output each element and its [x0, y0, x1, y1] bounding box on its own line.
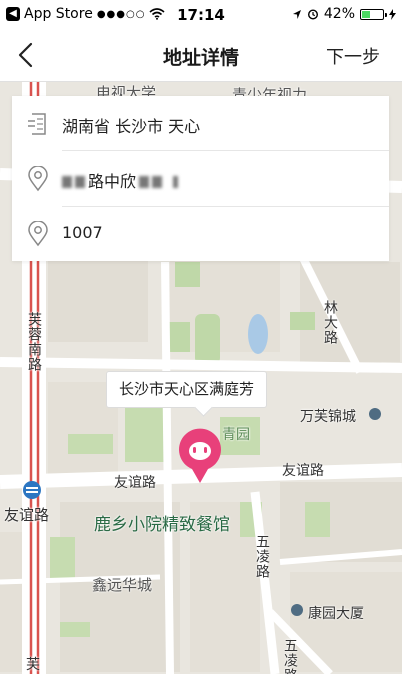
map-label-lin-da-road: 林大路 [322, 300, 338, 345]
battery-fill [362, 10, 370, 18]
map-label-youyi-station: 友谊路 [4, 506, 50, 524]
map-label-wuling-road-bottom: 五凌路 [282, 638, 298, 674]
map-label-youyi-road-right: 友谊路 [282, 463, 324, 479]
location-pin-icon [28, 221, 48, 247]
street-text: 路中欣 [62, 168, 181, 192]
street-visible-text: 路中欣 [88, 172, 137, 191]
list-document-icon [28, 113, 46, 135]
map-label-youyi-road-left: 友谊路 [114, 475, 156, 491]
battery-icon [360, 8, 387, 20]
location-arrow-icon [292, 9, 301, 19]
battery-percent: 42% [323, 6, 355, 22]
map-label-xinyuan-huacheng: 鑫远华城 [92, 576, 153, 594]
location-pin-icon [28, 166, 48, 192]
charging-bolt-icon [389, 8, 396, 20]
map-label-furong-bottom: 芙 [26, 657, 40, 673]
region-text: 湖南省 长沙市 天心 [62, 117, 201, 136]
map-label-restaurant: 鹿乡小院精致餐馆 [94, 515, 230, 535]
redacted-block [75, 176, 85, 188]
location-callout[interactable]: 长沙市天心区满庭芳 [106, 371, 268, 408]
nav-bar: 地址详情 下一步 [0, 30, 402, 82]
map-label-qingyuan: 青园 [222, 427, 250, 443]
address-info-card: 湖南省 长沙市 天心 路中欣 1007 [12, 96, 389, 261]
street-row[interactable]: 路中欣 [12, 151, 389, 206]
alarm-icon [307, 9, 318, 20]
region-row[interactable]: 湖南省 长沙市 天心 [12, 96, 389, 151]
house-number-text: 1007 [62, 223, 103, 242]
map-label-kangyuan-building: 康园大厦 [308, 606, 364, 622]
redacted-block [139, 176, 150, 188]
map-pin-icon[interactable] [176, 428, 224, 484]
map-label-wanfu-jincheng: 万芙锦城 [300, 409, 356, 425]
redacted-block [173, 176, 179, 188]
map-label-furong-south-road: 芙蓉南路 [26, 312, 42, 372]
redacted-block [152, 176, 163, 188]
status-bar: ◀ App Store ●●●○○ 17:14 42% [0, 0, 402, 30]
status-right: 42% [292, 6, 396, 22]
map-label-wuling-road: 五凌路 [254, 534, 270, 579]
redacted-block [62, 176, 72, 188]
number-row[interactable]: 1007 [12, 206, 389, 261]
next-step-button[interactable]: 下一步 [326, 43, 380, 69]
